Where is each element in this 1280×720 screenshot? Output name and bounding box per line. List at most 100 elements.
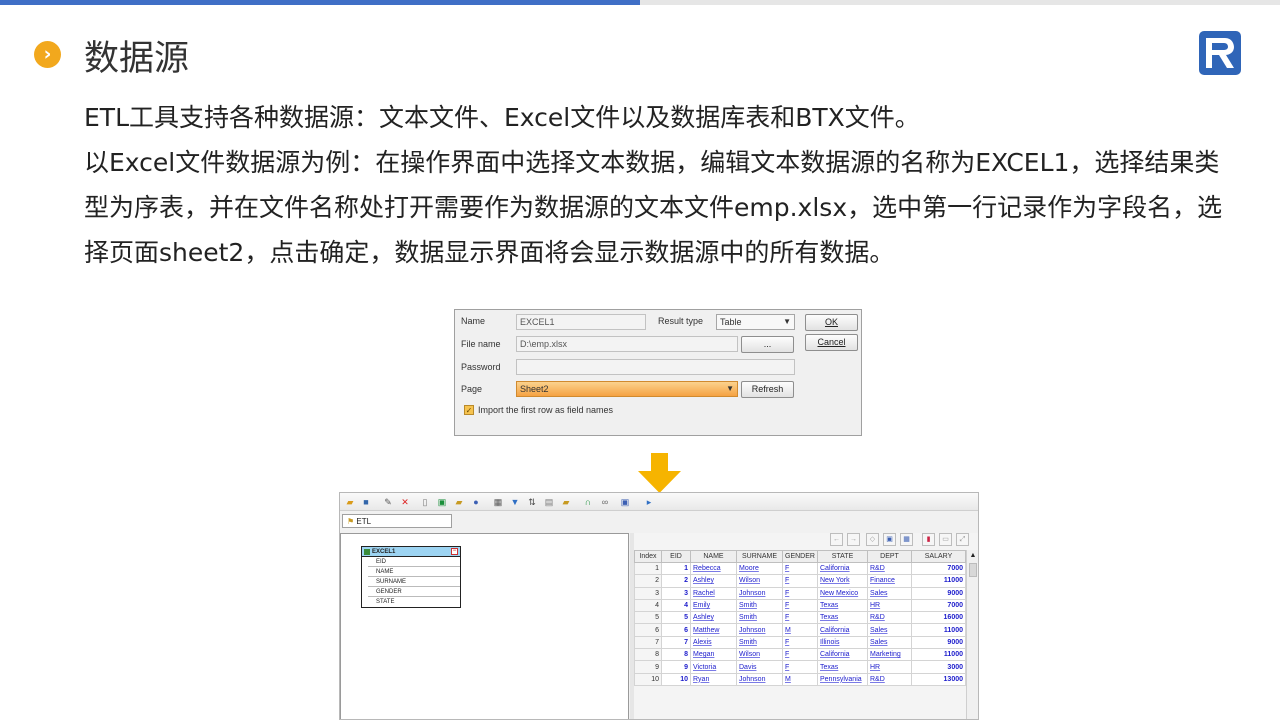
- table-cell[interactable]: Moore: [736, 561, 783, 576]
- column-header[interactable]: EID: [661, 550, 691, 563]
- table-cell[interactable]: 7000: [911, 598, 966, 613]
- table-cell[interactable]: California: [817, 623, 868, 637]
- table-cell[interactable]: Texas: [817, 611, 868, 625]
- table-cell[interactable]: Pennsylvania: [817, 672, 868, 686]
- sort-icon[interactable]: ⇅: [527, 497, 537, 507]
- table-cell[interactable]: Davis: [736, 660, 783, 674]
- column-header[interactable]: SURNAME: [736, 550, 783, 563]
- table-cell[interactable]: Wilson: [736, 648, 783, 662]
- table-cell[interactable]: 9000: [911, 635, 966, 650]
- edit-icon[interactable]: ✎: [383, 497, 393, 507]
- table-row[interactable]: 5 5 Ashley Smith F Texas R&D 16000: [634, 611, 966, 625]
- table-cell[interactable]: 11000: [911, 574, 966, 588]
- table-cell[interactable]: 10: [661, 672, 691, 686]
- table-cell[interactable]: F: [782, 598, 818, 613]
- table-row[interactable]: 10 10 Ryan Johnson M Pennsylvania R&D 13000: [634, 672, 966, 686]
- table-cell[interactable]: Smith: [736, 635, 783, 650]
- table-cell[interactable]: M: [782, 672, 818, 686]
- table-row[interactable]: 1 1 Rebecca Moore F California R&D 7000: [634, 561, 966, 576]
- table-cell[interactable]: 10: [634, 672, 662, 686]
- password-field[interactable]: [516, 359, 795, 375]
- table-cell[interactable]: 5: [634, 611, 662, 625]
- table-cell[interactable]: Ashley: [690, 611, 737, 625]
- table-cell[interactable]: Sales: [867, 635, 912, 650]
- table-cell[interactable]: Finance: [867, 574, 912, 588]
- column-header[interactable]: STATE: [817, 550, 868, 563]
- table-row[interactable]: 7 7 Alexis Smith F Illinois Sales 9000: [634, 635, 966, 650]
- table-cell[interactable]: 7: [634, 635, 662, 650]
- excel-icon[interactable]: ▣: [437, 497, 447, 507]
- table-cell[interactable]: 11000: [911, 623, 966, 637]
- excel1-node[interactable]: EXCEL1 − EID NAME SURNAME GENDER STATE: [361, 546, 461, 608]
- table-cell[interactable]: New York: [817, 574, 868, 588]
- table-cell[interactable]: R&D: [867, 561, 912, 576]
- table-cell[interactable]: Megan: [690, 648, 737, 662]
- table-cell[interactable]: R&D: [867, 611, 912, 625]
- scroll-up-icon[interactable]: ▲: [968, 551, 978, 561]
- table-cell[interactable]: F: [782, 561, 818, 576]
- cancel-button[interactable]: Cancel: [805, 334, 858, 351]
- table-cell[interactable]: Victoria: [690, 660, 737, 674]
- column-header[interactable]: SALARY: [911, 550, 966, 563]
- export-icon[interactable]: ▣: [620, 497, 630, 507]
- import-checkbox[interactable]: ✓: [464, 405, 474, 415]
- table-cell[interactable]: Sales: [867, 623, 912, 637]
- link-icon[interactable]: ∞: [600, 497, 610, 507]
- refresh-button[interactable]: Refresh: [741, 381, 794, 398]
- flow-canvas[interactable]: EXCEL1 − EID NAME SURNAME GENDER STATE: [340, 533, 629, 719]
- table-cell[interactable]: 8: [661, 648, 691, 662]
- table-cell[interactable]: Texas: [817, 660, 868, 674]
- export-data-icon[interactable]: ▭: [939, 533, 952, 546]
- table-cell[interactable]: Texas: [817, 598, 868, 613]
- column-header[interactable]: Index: [634, 550, 662, 563]
- table-cell[interactable]: Johnson: [736, 672, 783, 686]
- chart-icon[interactable]: ▮: [922, 533, 935, 546]
- ok-button[interactable]: OK: [805, 314, 858, 331]
- table-row[interactable]: 9 9 Victoria Davis F Texas HR 3000: [634, 660, 966, 674]
- table-cell[interactable]: Rebecca: [690, 561, 737, 576]
- column-header[interactable]: DEPT: [867, 550, 912, 563]
- table-cell[interactable]: 8: [634, 648, 662, 662]
- page-select[interactable]: Sheet2 ▼: [516, 381, 738, 397]
- join-icon[interactable]: ∩: [583, 497, 593, 507]
- table-cell[interactable]: Johnson: [736, 623, 783, 637]
- table-cell[interactable]: Wilson: [736, 574, 783, 588]
- table-cell[interactable]: Smith: [736, 611, 783, 625]
- table-cell[interactable]: F: [782, 660, 818, 674]
- table-cell[interactable]: 1: [661, 561, 691, 576]
- table-cell[interactable]: 6: [634, 623, 662, 637]
- browse-button[interactable]: ...: [741, 336, 794, 353]
- table-cell[interactable]: Rachel: [690, 586, 737, 600]
- table-cell[interactable]: Ashley: [690, 574, 737, 588]
- table-cell[interactable]: 7: [661, 635, 691, 650]
- folder-icon[interactable]: ▰: [454, 497, 464, 507]
- table-cell[interactable]: 16000: [911, 611, 966, 625]
- delete-icon[interactable]: ✕: [400, 497, 410, 507]
- table-cell[interactable]: Smith: [736, 598, 783, 613]
- table-row[interactable]: 2 2 Ashley Wilson F New York Finance 11000: [634, 574, 966, 588]
- clear-icon[interactable]: ◇: [866, 533, 879, 546]
- result-type-select[interactable]: Table ▼: [716, 314, 795, 330]
- table-row[interactable]: 8 8 Megan Wilson F California Marketing 11000: [634, 648, 966, 662]
- table-cell[interactable]: 4: [634, 598, 662, 613]
- calendar-icon[interactable]: ▦: [493, 497, 503, 507]
- save-icon[interactable]: ■: [361, 497, 371, 507]
- file-name-field[interactable]: D:\emp.xlsx: [516, 336, 738, 352]
- scroll-thumb[interactable]: [969, 563, 977, 577]
- column-header[interactable]: GENDER: [782, 550, 818, 563]
- open-icon[interactable]: ▰: [345, 497, 355, 507]
- tab-etl[interactable]: ⚑ ETL: [342, 514, 452, 528]
- table-cell[interactable]: 9000: [911, 586, 966, 600]
- table-cell[interactable]: F: [782, 574, 818, 588]
- table-cell[interactable]: HR: [867, 660, 912, 674]
- table-cell[interactable]: 4: [661, 598, 691, 613]
- table-cell[interactable]: Emily: [690, 598, 737, 613]
- prev-page-icon[interactable]: ←: [830, 533, 843, 546]
- table-cell[interactable]: New Mexico: [817, 586, 868, 600]
- table-cell[interactable]: M: [782, 623, 818, 637]
- table-row[interactable]: 4 4 Emily Smith F Texas HR 7000: [634, 598, 966, 613]
- table-cell[interactable]: Ryan: [690, 672, 737, 686]
- table-cell[interactable]: R&D: [867, 672, 912, 686]
- table-cell[interactable]: Alexis: [690, 635, 737, 650]
- table-cell[interactable]: 9: [634, 660, 662, 674]
